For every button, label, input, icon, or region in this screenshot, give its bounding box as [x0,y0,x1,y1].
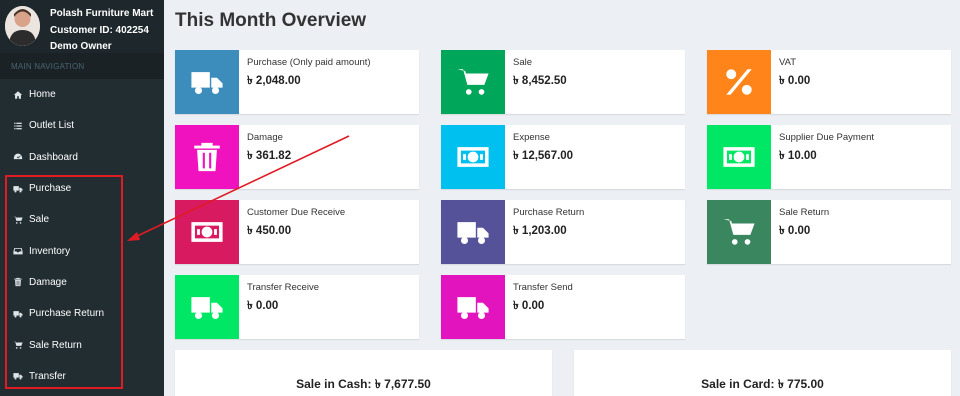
info-box-value: ৳ 0.00 [779,225,811,237]
info-box-icon-area [707,50,771,114]
info-box-label: Customer Due Receive [247,207,346,218]
sale-in-card-label: Sale in Card: [701,377,775,391]
sidebar-item-label: Home [29,89,56,101]
list-icon [13,122,22,130]
info-box-icon-area [707,125,771,189]
home-icon [12,89,23,100]
truck-icon [191,297,223,320]
customer-id: Customer ID: 402254 [50,25,149,36]
dashboard-icon [12,152,23,163]
sale-in-cash-text: Sale in Cash: ৳ 7,677.50 [175,376,552,396]
info-box-sale: Sale ৳ 8,452.50 [441,50,685,114]
info-box-value: ৳ 450.00 [247,225,292,237]
sidebar: Polash Furniture Mart Customer ID: 40225… [0,0,164,396]
info-box-label: VAT [779,57,797,68]
info-box-icon-area [441,200,505,264]
money-icon [723,147,755,167]
info-box-value: ৳ 361.82 [247,150,292,162]
sidebar-item-dashboard[interactable]: Dashboard [0,142,164,173]
info-box-label: Purchase (Only paid amount) [247,57,371,68]
info-box-supplier-due-payment: Supplier Due Payment ৳ 10.00 [707,125,951,189]
percent-icon [726,69,752,95]
info-box-icon-area [707,200,771,264]
info-box-purchase-only-paid-amount: Purchase (Only paid amount) ৳ 2,048.00 [175,50,419,114]
info-box-transfer-send: Transfer Send ৳ 0.00 [441,275,685,339]
nav-header: MAIN NAVIGATION [0,53,164,79]
highlight-box [5,175,123,389]
info-box-transfer-receive: Transfer Receive ৳ 0.00 [175,275,419,339]
info-box-label: Sale [513,57,533,68]
info-box-label: Purchase Return [513,207,585,218]
info-box-vat: VAT ৳ 0.00 [707,50,951,114]
info-box-value: ৳ 0.00 [779,75,811,87]
sidebar-item-label: Dashboard [29,151,78,163]
sale-in-cash-box: Sale in Cash: ৳ 7,677.50 [175,350,552,396]
sale-in-card-box: Sale in Card: ৳ 775.00 [574,350,951,396]
info-box-value: ৳ 0.00 [513,300,545,312]
info-box-label: Expense [513,132,550,143]
info-box-icon-area [441,125,505,189]
info-box-value: ৳ 10.00 [779,150,817,162]
info-box-icon-area [441,50,505,114]
info-box-icon-area [175,50,239,114]
user-role: Demo Owner [50,41,112,52]
info-box-icon-area [175,200,239,264]
truck-icon [191,72,223,95]
info-box-value: ৳ 0.00 [247,300,279,312]
info-box-expense: Expense ৳ 12,567.00 [441,125,685,189]
sidebar-item-label: Outlet List [29,120,75,132]
sale-in-cash-value: ৳ 7,677.50 [374,377,431,391]
info-box-icon-area [175,275,239,339]
info-box-purchase-return: Purchase Return ৳ 1,203.00 [441,200,685,264]
info-box-icon-area [175,125,239,189]
user-name: Polash Furniture Mart [50,8,154,19]
info-box-customer-due-receive: Customer Due Receive ৳ 450.00 [175,200,419,264]
home-icon [13,90,22,99]
info-box-label: Supplier Due Payment [779,132,875,143]
info-box-value: ৳ 2,048.00 [247,75,301,87]
avatar[interactable] [5,6,40,46]
cart-icon [723,219,755,245]
truck-icon [457,222,489,245]
page-title: This Month Overview [175,10,367,31]
sidebar-item-home[interactable]: Home [0,79,164,110]
user-panel: Polash Furniture Mart Customer ID: 40225… [0,0,164,53]
cart-icon [457,69,489,95]
info-box-label: Transfer Send [513,282,573,293]
info-box-label: Transfer Receive [247,282,319,293]
info-box-label: Damage [247,132,283,143]
info-box-label: Sale Return [779,207,830,218]
list-icon [12,120,23,131]
info-box-icon-area [441,275,505,339]
info-box-sale-return: Sale Return ৳ 0.00 [707,200,951,264]
info-box-value: ৳ 1,203.00 [513,225,567,237]
info-box-damage: Damage ৳ 361.82 [175,125,419,189]
sale-in-card-text: Sale in Card: ৳ 775.00 [574,376,951,396]
money-icon [191,222,223,242]
money-icon [457,147,489,167]
trash-icon [194,142,220,172]
sale-in-cash-label: Sale in Cash: [296,377,372,391]
info-box-value: ৳ 12,567.00 [513,150,574,162]
main-content: This Month Overview Purchase (Only paid … [164,0,960,396]
sale-in-card-value: ৳ 775.00 [777,377,824,391]
sidebar-item-outlet-list[interactable]: Outlet List [0,110,164,141]
truck-icon [457,297,489,320]
dashboard-icon [13,153,22,160]
info-box-value: ৳ 8,452.50 [513,75,567,87]
